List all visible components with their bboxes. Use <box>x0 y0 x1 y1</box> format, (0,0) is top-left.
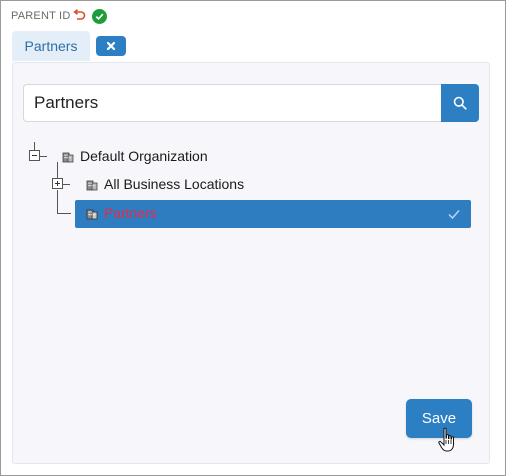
field-header: PARENT ID <box>11 8 108 24</box>
building-icon <box>62 150 74 163</box>
search-input[interactable] <box>23 84 441 122</box>
field-label: PARENT ID <box>11 10 71 22</box>
tree-connector <box>63 184 70 185</box>
tree-connector <box>34 142 35 150</box>
building-icon <box>86 178 98 191</box>
tree-node-label[interactable]: Default Organization <box>80 148 208 164</box>
search-icon <box>453 96 467 110</box>
tree-connector <box>57 213 71 214</box>
search-button[interactable] <box>441 84 479 122</box>
collapse-toggle-root[interactable] <box>29 150 40 161</box>
check-icon <box>448 210 460 220</box>
tree-node-label[interactable]: All Business Locations <box>104 176 244 192</box>
tree-connector <box>57 162 58 178</box>
hand-cursor-icon <box>438 427 454 452</box>
selected-value-chip: Partners <box>12 31 90 61</box>
tree-connector <box>40 156 47 157</box>
tree-node-selected[interactable]: Partners <box>75 200 471 228</box>
tree-node-label: Partners <box>104 205 157 221</box>
check-circle-icon <box>92 8 108 24</box>
expand-toggle-all-business-locations[interactable] <box>52 178 63 189</box>
tree-connector <box>57 190 58 213</box>
building-icon <box>86 207 98 220</box>
close-icon <box>106 41 116 51</box>
clear-selection-button[interactable] <box>96 36 126 56</box>
undo-icon[interactable] <box>72 9 86 23</box>
